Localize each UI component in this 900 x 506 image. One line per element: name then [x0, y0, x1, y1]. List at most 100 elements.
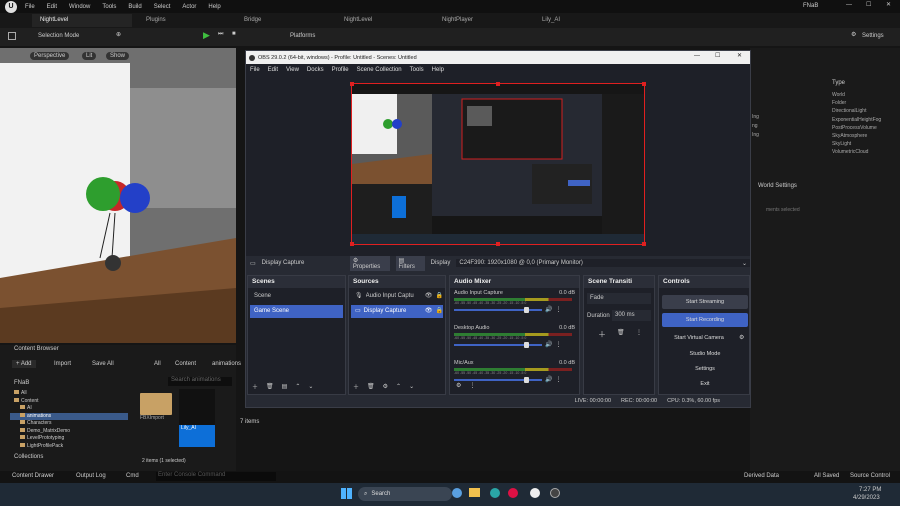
- start-virtual-camera-button[interactable]: Start Virtual Camera: [662, 331, 736, 345]
- path-content[interactable]: Content: [175, 361, 196, 367]
- level-viewport[interactable]: Perspective Lit Show: [0, 48, 236, 343]
- taskbar-search[interactable]: ⌕ Search: [358, 487, 452, 501]
- asset-folder-fbximport[interactable]: FBXImport: [140, 393, 176, 433]
- speaker-icon[interactable]: 🔊: [545, 306, 552, 313]
- source-control-button[interactable]: Source Control: [850, 473, 890, 479]
- channel-menu-icon[interactable]: ⋮: [555, 376, 561, 383]
- perspective-button[interactable]: Perspective: [30, 52, 70, 60]
- ue-menu-select[interactable]: Select: [154, 4, 171, 10]
- all-saved-status[interactable]: All Saved: [814, 473, 839, 479]
- handle-bl[interactable]: [350, 242, 354, 246]
- platforms-button[interactable]: Platforms: [290, 33, 315, 39]
- obs-maximize-icon[interactable]: ☐: [715, 52, 720, 59]
- close-icon[interactable]: ✕: [886, 1, 891, 8]
- handle-top[interactable]: [496, 82, 500, 86]
- content-drawer-button[interactable]: Content Drawer: [12, 473, 54, 479]
- step-icon[interactable]: ⏭: [218, 31, 223, 38]
- transition-menu-icon[interactable]: ⋮: [636, 329, 642, 336]
- ue-menu-window[interactable]: Window: [69, 4, 90, 10]
- maximize-icon[interactable]: ☐: [866, 1, 871, 8]
- remove-scene-icon[interactable]: 🗑: [266, 383, 274, 390]
- source-item[interactable]: ▭ Display Capture 👁 🔒: [351, 305, 443, 318]
- save-icon[interactable]: [8, 32, 16, 40]
- volume-knob[interactable]: [524, 376, 530, 383]
- play-icon[interactable]: ▶: [203, 30, 210, 41]
- handle-tl[interactable]: [350, 82, 354, 86]
- ue-menu-actor[interactable]: Actor: [182, 4, 196, 10]
- taskview-icon[interactable]: [452, 488, 462, 498]
- eye-icon[interactable]: 👁: [425, 305, 433, 318]
- clock-time[interactable]: 7:27 PM: [859, 487, 881, 493]
- path-animations[interactable]: animations: [212, 361, 241, 367]
- obs-menu-profile[interactable]: Profile: [332, 67, 349, 73]
- obs-minimize-icon[interactable]: —: [694, 53, 700, 59]
- path-all[interactable]: All: [154, 361, 161, 367]
- obs-menu-tools[interactable]: Tools: [410, 67, 424, 73]
- handle-bottom[interactable]: [496, 242, 500, 246]
- start-recording-button[interactable]: Start Recording: [662, 313, 748, 327]
- channel-menu-icon[interactable]: ⋮: [555, 341, 561, 348]
- tab-nightlevel[interactable]: NightLevel: [32, 14, 132, 27]
- obs-menu-scene-collection[interactable]: Scene Collection: [357, 67, 402, 73]
- import-button[interactable]: Import: [54, 361, 71, 367]
- ue-menu-file[interactable]: File: [25, 4, 35, 10]
- obs-preview[interactable]: [246, 76, 750, 256]
- exit-button[interactable]: Exit: [662, 377, 748, 391]
- tree-item[interactable]: LevelPrototyping: [10, 435, 128, 443]
- add-scene-icon[interactable]: ＋: [252, 382, 258, 391]
- tree-item[interactable]: Content: [10, 397, 128, 406]
- filters-button[interactable]: ▤ Filters: [395, 255, 425, 271]
- edge-icon[interactable]: [490, 488, 500, 498]
- volume-slider[interactable]: [454, 376, 542, 383]
- settings-button-obs[interactable]: Settings: [662, 362, 748, 376]
- obs-taskbar-icon[interactable]: [550, 488, 560, 498]
- channel-menu-icon[interactable]: ⋮: [555, 306, 561, 313]
- speaker-icon[interactable]: 🔊: [545, 376, 552, 383]
- minimize-icon[interactable]: —: [846, 2, 852, 8]
- cmd-button[interactable]: Cmd: [126, 473, 139, 479]
- duration-spinner[interactable]: 300 ms: [612, 310, 651, 321]
- chrome-icon[interactable]: [508, 488, 518, 498]
- selection-mode-button[interactable]: Selection Mode: [38, 33, 79, 39]
- volume-knob[interactable]: [524, 306, 530, 313]
- handle-br[interactable]: [642, 242, 646, 246]
- move-down-icon[interactable]: ⌄: [308, 383, 313, 390]
- virtual-camera-settings-icon[interactable]: ⚙: [739, 334, 744, 341]
- remove-source-icon[interactable]: 🗑: [367, 383, 375, 390]
- advanced-audio-icon[interactable]: ⚙: [456, 382, 461, 389]
- transition-select[interactable]: Fade: [587, 293, 651, 304]
- obs-close-icon[interactable]: ✕: [737, 52, 742, 59]
- start-icon[interactable]: [341, 488, 352, 499]
- tree-item[interactable]: All: [10, 390, 128, 398]
- tree-item[interactable]: animations: [10, 412, 128, 420]
- source-up-icon[interactable]: ⌃: [396, 383, 401, 390]
- tab-lily-ai[interactable]: Lily_AI: [534, 14, 624, 27]
- display-select[interactable]: C24F390: 1920x1080 @ 0,0 (Primary Monito…: [456, 259, 750, 267]
- scene-item[interactable]: Game Scene: [250, 305, 343, 318]
- lock-icon[interactable]: 🔒: [436, 305, 443, 318]
- source-item[interactable]: 🎙 Audio Input Captu 👁 🔒: [351, 290, 443, 303]
- scene-item[interactable]: Scene: [250, 290, 343, 303]
- tab-bridge[interactable]: Bridge: [236, 14, 326, 27]
- obs-menu-view[interactable]: View: [286, 67, 299, 73]
- output-log-button[interactable]: Output Log: [76, 473, 106, 479]
- tree-item[interactable]: Demo_MatrixDemo: [10, 427, 128, 436]
- obs-menu-help[interactable]: Help: [432, 67, 444, 73]
- settings-button[interactable]: Settings: [862, 33, 884, 39]
- obs-menu-edit[interactable]: Edit: [268, 67, 278, 73]
- collections-label[interactable]: Collections: [14, 454, 43, 460]
- obs-menu-file[interactable]: File: [250, 67, 260, 73]
- add-transition-icon[interactable]: ＋: [598, 329, 606, 340]
- asset-lily-ai[interactable]: Lily_AI: [179, 389, 215, 447]
- tree-root[interactable]: FNaB: [14, 380, 29, 386]
- ue-menu-help[interactable]: Help: [208, 4, 220, 10]
- modes-icon[interactable]: ⊕: [116, 31, 121, 38]
- clock-date[interactable]: 4/29/2023: [853, 495, 880, 501]
- tab-plugins[interactable]: Plugins: [138, 14, 228, 27]
- start-streaming-button[interactable]: Start Streaming: [662, 295, 748, 309]
- ue-menu-edit[interactable]: Edit: [47, 4, 57, 10]
- studio-mode-button[interactable]: Studio Mode: [662, 347, 748, 361]
- search-box[interactable]: Search animations: [168, 377, 232, 386]
- tab-nightlevel-bp[interactable]: NightLevel: [336, 14, 426, 27]
- tree-item[interactable]: Characters: [10, 420, 128, 428]
